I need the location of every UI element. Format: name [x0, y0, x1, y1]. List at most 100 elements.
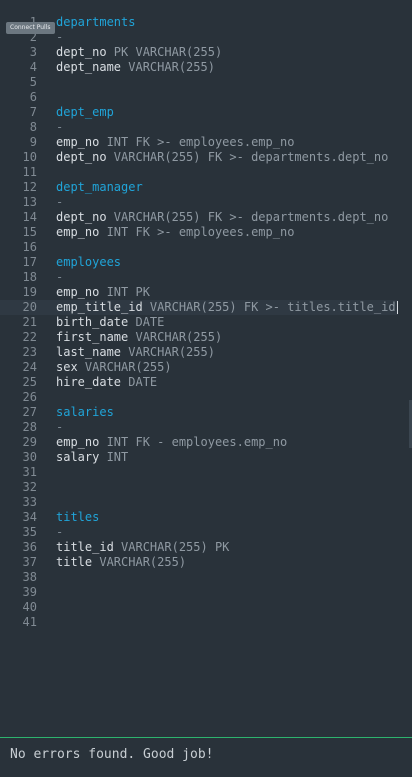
code-line[interactable]: 33: [0, 495, 398, 510]
table-name: employees: [56, 255, 122, 269]
code-line[interactable]: 40: [0, 600, 398, 615]
code-line[interactable]: 3 dept_no PK VARCHAR(255): [0, 45, 398, 60]
code-text: hire_date DATE: [56, 375, 157, 390]
code-line[interactable]: 28 -: [0, 420, 398, 435]
field-definition: DATE: [121, 375, 158, 389]
line-number: 6: [29, 90, 37, 104]
code-editor[interactable]: Connect Pulls 1departments2-3 dept_no PK …: [0, 0, 412, 737]
line-number: 14: [22, 210, 37, 224]
code-line[interactable]: 7 dept_emp: [0, 105, 398, 120]
line-number: 38: [22, 570, 37, 584]
line-number: 3: [29, 45, 37, 59]
line-number: 13: [22, 195, 37, 209]
line-number: 12: [22, 180, 37, 194]
field-name: first_name: [56, 330, 129, 344]
code-line[interactable]: 21 birth_date DATE: [0, 315, 398, 330]
code-text: -: [56, 270, 63, 285]
code-text: emp_no INT PK: [56, 285, 150, 300]
separator: -: [56, 30, 64, 44]
code-line[interactable]: 17 employees: [0, 255, 398, 270]
code-line[interactable]: 4 dept_name VARCHAR(255): [0, 60, 398, 75]
code-line[interactable]: 24 sex VARCHAR(255): [0, 360, 398, 375]
line-number: 39: [22, 585, 37, 599]
line-number: 8: [29, 120, 37, 134]
code-line[interactable]: 34 titles: [0, 510, 398, 525]
code-line[interactable]: 22 first_name VARCHAR(255): [0, 330, 398, 345]
line-number: 26: [22, 390, 37, 404]
code-text: first_name VARCHAR(255): [56, 330, 222, 345]
code-line[interactable]: 31: [0, 465, 398, 480]
code-line[interactable]: 39: [0, 585, 398, 600]
field-definition: VARCHAR(255) FK >- departments.dept_no: [106, 150, 389, 164]
code-line[interactable]: 32: [0, 480, 398, 495]
field-name: emp_no: [56, 225, 100, 239]
field-name: dept_name: [56, 60, 122, 74]
code-line[interactable]: 35 -: [0, 525, 398, 540]
code-line[interactable]: 26: [0, 390, 398, 405]
table-name: dept_manager: [56, 180, 143, 194]
code-line[interactable]: 36 title_id VARCHAR(255) PK: [0, 540, 398, 555]
field-name: emp_title_id: [56, 300, 143, 314]
code-line[interactable]: 13 -: [0, 195, 398, 210]
code-line[interactable]: 6: [0, 90, 398, 105]
field-name: dept_no: [56, 45, 107, 59]
code-line[interactable]: 8-: [0, 120, 398, 135]
field-definition: INT FK >- employees.emp_no: [99, 225, 295, 239]
code-line[interactable]: 19 emp_no INT PK: [0, 285, 398, 300]
code-text: dept_no VARCHAR(255) FK >- departments.d…: [56, 210, 388, 225]
code-line[interactable]: 29 emp_no INT FK - employees.emp_no: [0, 435, 398, 450]
code-line[interactable]: 18 -: [0, 270, 398, 285]
code-line[interactable]: 10 dept_no VARCHAR(255) FK >- departments…: [0, 150, 398, 165]
code-text: dept_no VARCHAR(255) FK >- departments.d…: [56, 150, 388, 165]
code-text: departments: [56, 15, 135, 30]
code-line[interactable]: 12 dept_manager: [0, 180, 398, 195]
field-definition: VARCHAR(255): [92, 555, 187, 569]
line-number: 29: [22, 435, 37, 449]
code-line[interactable]: 9 emp_no INT FK >- employees.emp_no: [0, 135, 398, 150]
field-name: emp_no: [56, 435, 100, 449]
code-line[interactable]: 11: [0, 165, 398, 180]
code-line[interactable]: 15 emp_no INT FK >- employees.emp_no: [0, 225, 398, 240]
code-line[interactable]: 41: [0, 615, 398, 630]
code-line[interactable]: 20 emp_title_id VARCHAR(255) FK >- titles…: [0, 300, 398, 315]
field-definition: PK VARCHAR(255): [106, 45, 223, 59]
code-text: dept_emp: [56, 105, 114, 120]
separator: -: [56, 120, 64, 134]
line-number: 5: [29, 75, 37, 89]
field-definition: INT PK: [99, 285, 150, 299]
line-number: 31: [22, 465, 37, 479]
line-number: 41: [22, 615, 37, 629]
code-text: emp_no INT FK >- employees.emp_no: [56, 135, 294, 150]
field-definition: INT FK - employees.emp_no: [99, 435, 288, 449]
code-line[interactable]: 25 hire_date DATE: [0, 375, 398, 390]
code-text: salaries: [56, 405, 114, 420]
code-line[interactable]: 16: [0, 240, 398, 255]
code-line[interactable]: 37 title VARCHAR(255): [0, 555, 398, 570]
field-definition: VARCHAR(255): [128, 330, 223, 344]
code-line[interactable]: 1departments: [0, 15, 398, 30]
status-message: No errors found. Good job!: [10, 747, 214, 762]
line-number: 4: [29, 60, 37, 74]
field-name: title_id: [56, 540, 114, 554]
code-line[interactable]: 38: [0, 570, 398, 585]
line-number: 11: [22, 165, 37, 179]
code-text: title_id VARCHAR(255) PK: [56, 540, 229, 555]
field-definition: INT: [99, 450, 129, 464]
code-text: emp_title_id VARCHAR(255) FK >- titles.t…: [56, 300, 398, 315]
code-line[interactable]: 2-: [0, 30, 398, 45]
code-line[interactable]: 30 salary INT: [0, 450, 398, 465]
connect-tag[interactable]: Connect Pulls: [6, 22, 55, 34]
code-line[interactable]: 23 last_name VARCHAR(255): [0, 345, 398, 360]
code-text: dept_no PK VARCHAR(255): [56, 45, 222, 60]
code-line[interactable]: 5: [0, 75, 398, 90]
line-number: 27: [22, 405, 37, 419]
code-text: titles: [56, 510, 99, 525]
line-number: 30: [22, 450, 37, 464]
code-text: emp_no INT FK - employees.emp_no: [56, 435, 287, 450]
code-line[interactable]: 27 salaries: [0, 405, 398, 420]
field-name: birth_date: [56, 315, 129, 329]
code-line[interactable]: 14 dept_no VARCHAR(255) FK >- departments…: [0, 210, 398, 225]
field-definition: VARCHAR(255): [121, 60, 215, 74]
line-number: 25: [22, 375, 37, 389]
line-number: 9: [29, 135, 37, 149]
